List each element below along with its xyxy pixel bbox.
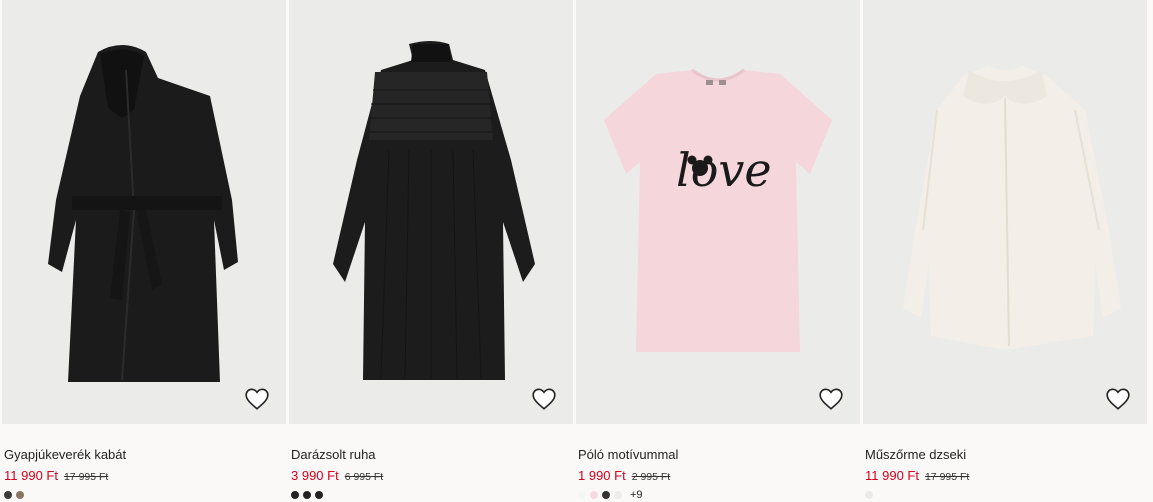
more-colors-count[interactable]: +9	[630, 490, 643, 501]
color-swatch[interactable]	[16, 491, 24, 499]
tshirt-print-text: love	[676, 143, 772, 197]
original-price: 2 995 Ft	[631, 471, 671, 483]
heart-outline-icon[interactable]	[531, 386, 557, 412]
color-swatch[interactable]	[865, 491, 873, 499]
product-image[interactable]: love	[576, 0, 860, 424]
color-swatch[interactable]	[303, 491, 311, 499]
color-swatches	[291, 490, 323, 500]
color-swatch[interactable]	[590, 491, 598, 499]
original-price: 6 995 Ft	[344, 471, 384, 483]
product-card[interactable]: love Póló motívummal 1 990 Ft 2 995 Ft +9	[576, 0, 860, 502]
sale-price: 3 990 Ft	[291, 468, 339, 483]
color-swatches	[4, 490, 24, 500]
product-name[interactable]: Műszőrme dzseki	[865, 447, 966, 462]
product-prices: 1 990 Ft 2 995 Ft	[578, 467, 670, 485]
heart-outline-icon[interactable]	[244, 386, 270, 412]
product-image[interactable]	[289, 0, 573, 424]
product-prices: 11 990 Ft 17 995 Ft	[4, 467, 108, 485]
black-coat-image	[48, 45, 238, 382]
color-swatches	[865, 490, 873, 500]
product-card[interactable]: Darázsolt ruha 3 990 Ft 6 995 Ft	[289, 0, 573, 502]
product-card[interactable]: Műszőrme dzseki 11 990 Ft 17 995 Ft	[863, 0, 1147, 502]
product-name[interactable]: Póló motívummal	[578, 447, 678, 462]
cream-jacket-image	[903, 66, 1121, 350]
heart-outline-icon[interactable]	[1105, 386, 1131, 412]
product-grid: Gyapjúkeverék kabát 11 990 Ft 17 995 Ft	[0, 0, 1153, 502]
sale-price: 11 990 Ft	[4, 468, 58, 483]
color-swatch[interactable]	[602, 491, 610, 499]
color-swatch[interactable]	[578, 491, 586, 499]
product-name[interactable]: Gyapjúkeverék kabát	[4, 447, 126, 462]
product-card[interactable]: Gyapjúkeverék kabát 11 990 Ft 17 995 Ft	[2, 0, 286, 502]
product-name[interactable]: Darázsolt ruha	[291, 447, 376, 462]
product-image[interactable]	[863, 0, 1147, 424]
product-image[interactable]	[2, 0, 286, 424]
product-prices: 11 990 Ft 17 995 Ft	[865, 467, 969, 485]
color-swatch[interactable]	[614, 491, 622, 499]
heart-outline-icon[interactable]	[818, 386, 844, 412]
color-swatch[interactable]	[4, 491, 12, 499]
product-prices: 3 990 Ft 6 995 Ft	[291, 467, 383, 485]
pink-tshirt-image: love	[604, 68, 832, 352]
black-dress-image	[333, 41, 535, 380]
color-swatch[interactable]	[291, 491, 299, 499]
sale-price: 11 990 Ft	[865, 468, 919, 483]
sale-price: 1 990 Ft	[578, 468, 626, 483]
original-price: 17 995 Ft	[63, 471, 109, 483]
color-swatch[interactable]	[315, 491, 323, 499]
original-price: 17 995 Ft	[924, 471, 970, 483]
color-swatches: +9	[578, 490, 643, 501]
